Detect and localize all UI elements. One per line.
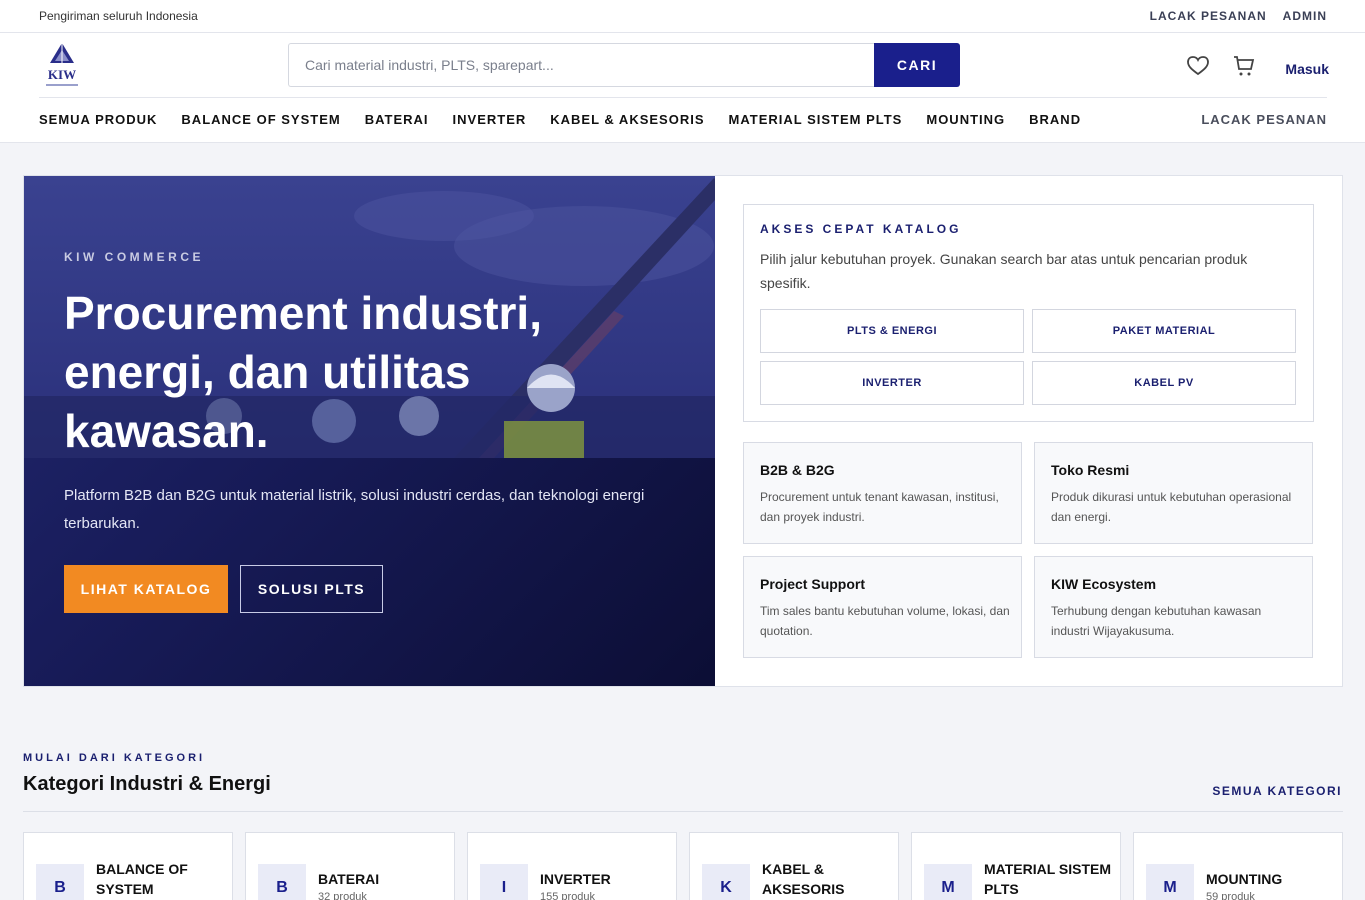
- quick-link-paket-material[interactable]: PAKET MATERIAL: [1032, 309, 1296, 353]
- category-name: BALANCE OF SYSTEM: [96, 861, 188, 897]
- heart-icon[interactable]: [1187, 56, 1210, 81]
- category-count: 155 produk: [540, 891, 596, 900]
- top-links: LACAK PESANAN ADMIN: [1150, 9, 1327, 23]
- category-badge: B: [36, 864, 84, 900]
- shipping-notice: Pengiriman seluruh Indonesia: [39, 9, 198, 23]
- hero-kicker: KIW COMMERCE: [64, 250, 204, 264]
- search-button[interactable]: CARI: [874, 43, 960, 87]
- nav-item-kabel-aksesoris[interactable]: KABEL & AKSESORIS: [550, 112, 704, 127]
- feature-title: Project Support: [760, 576, 866, 592]
- category-card[interactable]: B BALANCE OF SYSTEM: [23, 832, 233, 900]
- nav-item-material-sistem-plts[interactable]: MATERIAL SISTEM PLTS: [729, 112, 903, 127]
- nav-track-order-link[interactable]: LACAK PESANAN: [1201, 112, 1327, 127]
- feature-card: KIW Ecosystem Terhubung dengan kebutuhan…: [1034, 556, 1313, 658]
- nav-item-balance-of-system[interactable]: BALANCE OF SYSTEM: [181, 112, 340, 127]
- feature-card: Project Support Tim sales bantu kebutuha…: [743, 556, 1022, 658]
- hero-section: KIW COMMERCE Procurement industri, energ…: [23, 175, 1343, 687]
- feature-title: B2B & B2G: [760, 462, 835, 478]
- search-input[interactable]: Cari material industri, PLTS, sparepart.…: [288, 43, 874, 87]
- category-badge: M: [924, 864, 972, 900]
- track-order-link[interactable]: LACAK PESANAN: [1150, 9, 1267, 23]
- header-divider: [39, 97, 1327, 98]
- quick-link-plts-energi[interactable]: PLTS & ENERGI: [760, 309, 1024, 353]
- admin-link[interactable]: ADMIN: [1283, 9, 1327, 23]
- kiw-logo[interactable]: KIW: [40, 41, 84, 91]
- category-badge: I: [480, 864, 528, 900]
- plts-solution-button[interactable]: SOLUSI PLTS: [240, 565, 383, 613]
- hero-banner: KIW COMMERCE Procurement industri, energ…: [24, 176, 715, 686]
- category-name: BATERAI: [318, 871, 380, 887]
- search-bar: Cari material industri, PLTS, sparepart.…: [288, 43, 960, 87]
- feature-description: Terhubung dengan kebutuhan kawasan indus…: [1051, 604, 1262, 638]
- category-kicker: MULAI DARI KATEGORI: [23, 752, 206, 764]
- category-badge: K: [702, 864, 750, 900]
- cart-icon[interactable]: [1233, 55, 1255, 82]
- nav-item-brand[interactable]: BRAND: [1029, 112, 1081, 127]
- category-section-title: Kategori Industri & Energi: [23, 773, 271, 795]
- quick-access-title: AKSES CEPAT KATALOG: [760, 222, 962, 236]
- header-actions: Masuk: [1187, 55, 1329, 82]
- nav-item-baterai[interactable]: BATERAI: [365, 112, 429, 127]
- feature-title: KIW Ecosystem: [1051, 576, 1157, 592]
- category-name: MATERIAL SISTEM PLTS: [984, 861, 1112, 897]
- hero-description: Platform B2B dan B2G untuk material list…: [64, 487, 645, 532]
- category-card[interactable]: I INVERTER 155 produk: [467, 832, 677, 900]
- category-name: MOUNTING: [1206, 871, 1283, 887]
- category-count: 59 produk: [1206, 891, 1255, 900]
- category-card[interactable]: M MATERIAL SISTEM PLTS: [911, 832, 1121, 900]
- svg-text:KIW: KIW: [48, 67, 76, 82]
- quick-link-inverter[interactable]: INVERTER: [760, 361, 1024, 405]
- category-card[interactable]: K KABEL & AKSESORIS: [689, 832, 899, 900]
- category-divider: [23, 811, 1343, 812]
- quick-access-description: Pilih jalur kebutuhan proyek. Gunakan se…: [760, 251, 1248, 291]
- view-catalog-button[interactable]: LIHAT KATALOG: [64, 565, 228, 613]
- feature-title: Toko Resmi: [1051, 462, 1130, 478]
- nav-item-mounting[interactable]: MOUNTING: [926, 112, 1005, 127]
- login-link[interactable]: Masuk: [1285, 61, 1329, 77]
- feature-card: Toko Resmi Produk dikurasi untuk kebutuh…: [1034, 442, 1313, 544]
- hero-title: Procurement industri, energi, dan utilit…: [64, 287, 542, 457]
- category-name: INVERTER: [540, 871, 611, 887]
- feature-description: Produk dikurasi untuk kebutuhan operasio…: [1051, 490, 1292, 524]
- top-bar: Pengiriman seluruh Indonesia LACAK PESAN…: [0, 0, 1365, 33]
- category-card[interactable]: B BATERAI 32 produk: [245, 832, 455, 900]
- feature-description: Procurement untuk tenant kawasan, instit…: [760, 490, 999, 524]
- feature-description: Tim sales bantu kebutuhan volume, lokasi…: [760, 604, 1010, 638]
- site-header: KIW Cari material industri, PLTS, sparep…: [0, 33, 1365, 143]
- quick-access-panel: AKSES CEPAT KATALOG Pilih jalur kebutuha…: [743, 204, 1314, 422]
- feature-card: B2B & B2G Procurement untuk tenant kawas…: [743, 442, 1022, 544]
- quick-link-kabel-pv[interactable]: KABEL PV: [1032, 361, 1296, 405]
- category-badge: M: [1146, 864, 1194, 900]
- nav-item-inverter[interactable]: INVERTER: [453, 112, 527, 127]
- main-nav: SEMUA PRODUK BALANCE OF SYSTEM BATERAI I…: [39, 112, 1081, 127]
- category-name: KABEL & AKSESORIS: [762, 861, 845, 897]
- category-badge: B: [258, 864, 306, 900]
- category-card[interactable]: M MOUNTING 59 produk: [1133, 832, 1343, 900]
- category-count: 32 produk: [318, 891, 367, 900]
- nav-item-semua-produk[interactable]: SEMUA PRODUK: [39, 112, 157, 127]
- all-categories-link[interactable]: SEMUA KATEGORI: [1212, 784, 1342, 798]
